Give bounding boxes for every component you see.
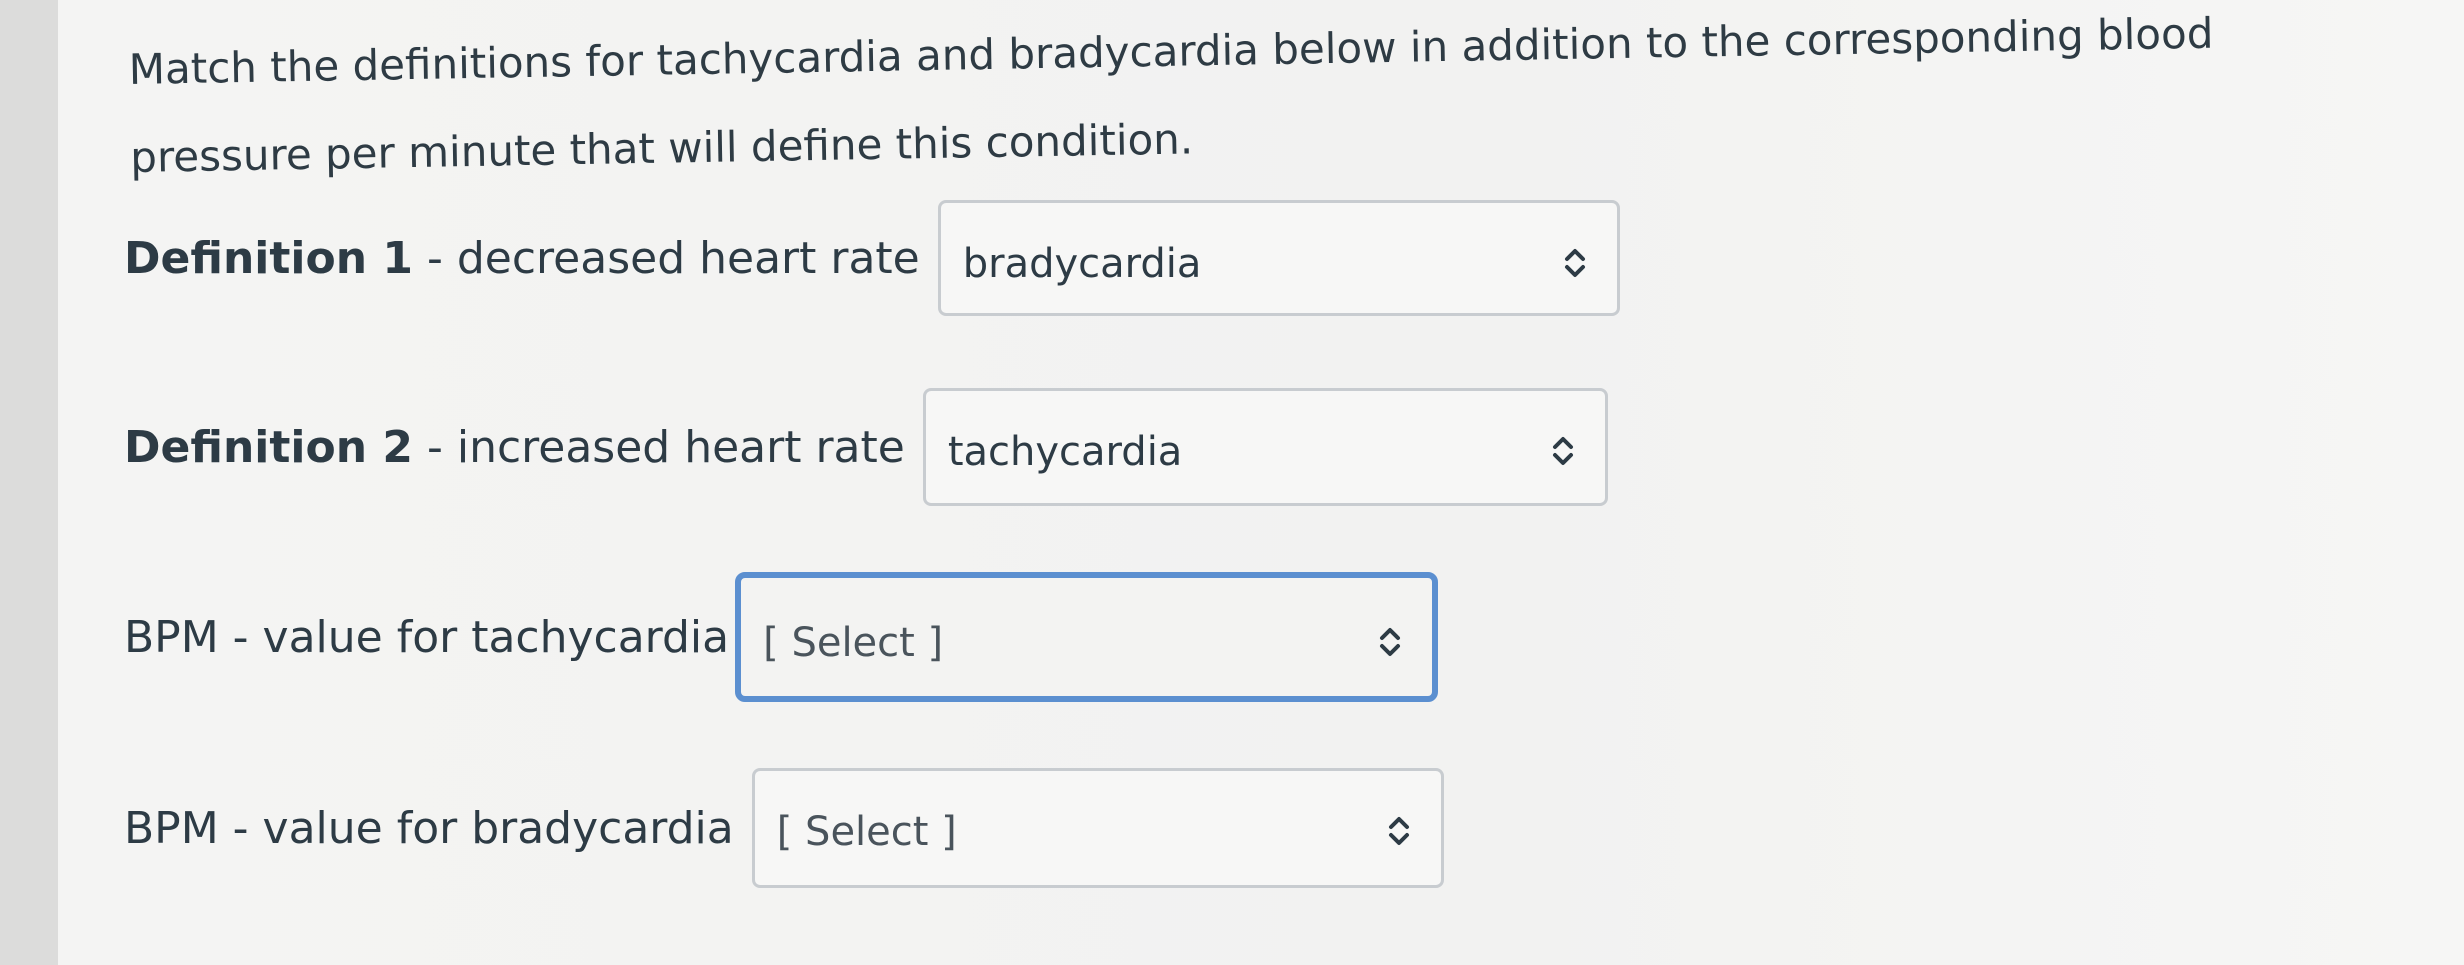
page-left-edge [0, 0, 58, 965]
match-row-label-description: - increased heart rate [413, 421, 905, 473]
match-row-label-term: BPM [124, 802, 219, 854]
chevron-up-down-icon [1552, 437, 1573, 465]
match-row-label-term: Definition 1 [124, 232, 413, 284]
answer-select-definition-1[interactable]: bradycardia [937, 200, 1620, 316]
match-row-label-term: BPM [124, 611, 219, 663]
chevron-up-down-icon [1388, 817, 1409, 845]
match-row-definition-1: Definition 1 - decreased heart rate brad… [124, 200, 1620, 316]
answer-select-value: tachycardia [947, 429, 1183, 475]
match-row-label: Definition 2 - increased heart rate [124, 422, 905, 473]
match-row-definition-2: Definition 2 - increased heart rate tach… [124, 388, 1608, 506]
match-row-label: BPM - value for bradycardia [124, 803, 734, 854]
match-row-label: Definition 1 - decreased heart rate [124, 233, 920, 284]
match-row-label-term: Definition 2 [124, 421, 413, 473]
chevron-up-down-icon [1380, 628, 1401, 656]
match-row-bpm-bradycardia: BPM - value for bradycardia [ Select ] [124, 768, 1444, 888]
match-row-label-description: - decreased heart rate [413, 232, 920, 284]
answer-select-value: [ Select ] [763, 620, 944, 666]
chevron-up-down-icon [1564, 249, 1585, 277]
answer-select-definition-2[interactable]: tachycardia [922, 388, 1608, 506]
answer-select-value: bradycardia [962, 241, 1202, 287]
answer-select-value: [ Select ] [776, 809, 957, 855]
match-row-label: BPM - value for tachycardia [124, 612, 729, 663]
match-row-bpm-tachycardia: BPM - value for tachycardia [ Select ] [124, 572, 1439, 702]
answer-select-bpm-tachycardia[interactable]: [ Select ] [735, 572, 1439, 702]
match-row-label-description: - value for bradycardia [218, 802, 734, 854]
match-row-label-description: - value for tachycardia [218, 611, 730, 663]
answer-select-bpm-bradycardia[interactable]: [ Select ] [751, 768, 1444, 888]
